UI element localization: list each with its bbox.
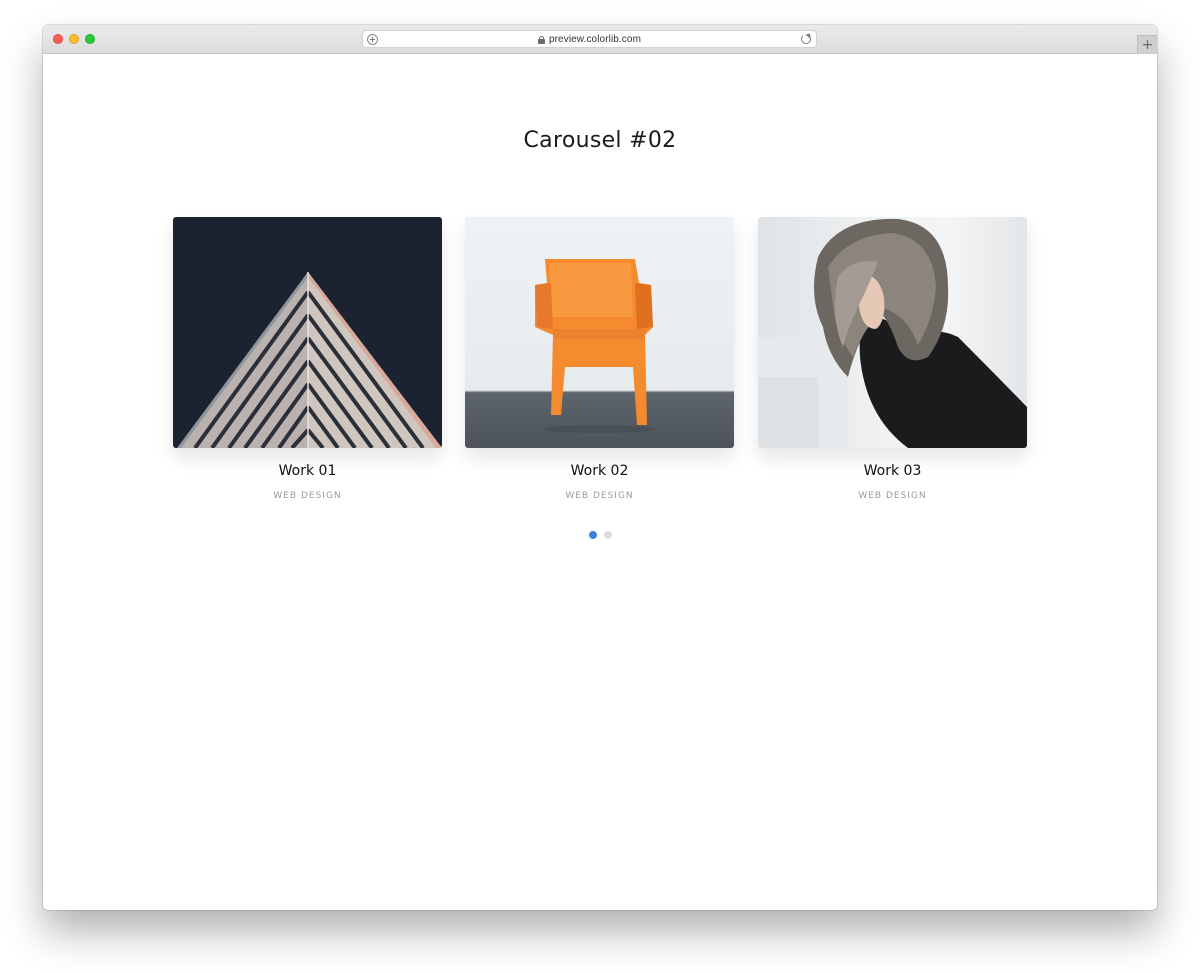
browser-window: preview.colorlib.com + Carousel #02 Work… <box>43 25 1157 910</box>
address-bar[interactable]: preview.colorlib.com <box>362 30 817 48</box>
browser-titlebar: preview.colorlib.com + <box>43 25 1157 54</box>
card-title[interactable]: Work 02 <box>465 463 734 479</box>
card-image-orange-chair[interactable] <box>465 217 734 448</box>
page-title: Carousel #02 <box>523 128 677 153</box>
orange-chair-illustration <box>535 259 655 433</box>
carousel-card[interactable]: Work 03 WEB DESIGN <box>758 217 1027 501</box>
zoom-window-button[interactable] <box>85 34 95 44</box>
card-image-woman-portrait[interactable] <box>758 217 1027 448</box>
card-image-geometric-building[interactable] <box>173 217 442 448</box>
card-title[interactable]: Work 03 <box>758 463 1027 479</box>
card-category: WEB DESIGN <box>273 491 342 501</box>
card-category: WEB DESIGN <box>565 491 634 501</box>
url-text: preview.colorlib.com <box>548 33 642 45</box>
address-display: preview.colorlib.com <box>363 31 816 47</box>
minimize-window-button[interactable] <box>69 34 79 44</box>
new-tab-button[interactable]: + <box>1137 35 1157 54</box>
card-title[interactable]: Work 01 <box>173 463 442 479</box>
lock-icon <box>537 35 545 44</box>
pagination-dot-1[interactable] <box>588 531 597 539</box>
woman-portrait-illustration <box>758 218 1027 448</box>
pagination-dot-2[interactable] <box>603 531 612 539</box>
reload-icon[interactable] <box>801 34 811 44</box>
geometric-building-illustration <box>177 272 442 448</box>
carousel-card[interactable]: Work 01 WEB DESIGN <box>173 217 442 501</box>
carousel-card[interactable]: Work 02 WEB DESIGN <box>465 217 734 501</box>
close-window-button[interactable] <box>53 34 63 44</box>
carousel[interactable]: Work 01 WEB DESIGN Work 02 WEB DESIGN Wo… <box>173 217 1027 517</box>
carousel-pagination <box>43 531 1157 539</box>
card-category: WEB DESIGN <box>858 491 927 501</box>
